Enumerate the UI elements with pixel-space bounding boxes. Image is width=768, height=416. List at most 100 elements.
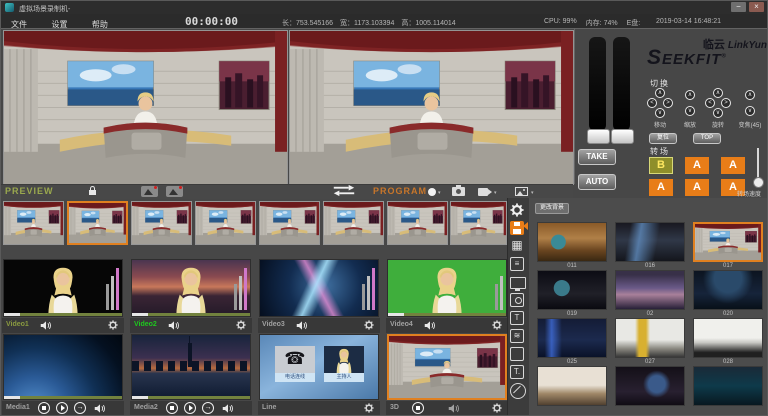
rotate-right-button[interactable]: > — [721, 98, 731, 108]
camera-shot-3[interactable] — [131, 201, 192, 245]
camera-shot-5[interactable] — [259, 201, 320, 245]
layout-grid-icon[interactable]: ▦ — [510, 239, 524, 253]
frame-icon[interactable] — [510, 347, 524, 361]
transition-a1-button[interactable]: A — [685, 157, 709, 174]
speaker-icon[interactable] — [168, 321, 180, 330]
speaker-icon[interactable] — [222, 404, 234, 413]
transition-a3-button[interactable]: A — [649, 179, 673, 196]
lamp-icon[interactable] — [510, 293, 524, 307]
scene-016[interactable] — [615, 222, 685, 262]
layers-icon[interactable]: ≋ — [510, 329, 524, 343]
reset-button[interactable]: 复位 — [649, 133, 677, 144]
playlist-icon[interactable]: ≡ — [510, 257, 524, 271]
close-button[interactable]: × — [749, 2, 764, 12]
settings-gear-icon[interactable] — [510, 203, 524, 217]
scene3d-thumbnail-selected[interactable] — [387, 334, 507, 400]
scene-028[interactable] — [693, 318, 763, 358]
speaker-icon[interactable] — [424, 321, 436, 330]
tbar-handle-left[interactable] — [587, 129, 610, 144]
scene-row4-2[interactable] — [615, 366, 685, 406]
gear-icon[interactable] — [492, 320, 502, 330]
gear-icon[interactable] — [108, 320, 118, 330]
move-down-button[interactable]: ∨ — [655, 108, 665, 118]
media1-thumbnail[interactable] — [3, 334, 123, 400]
speaker-icon[interactable] — [94, 404, 106, 413]
image-output-icon[interactable] — [515, 187, 528, 196]
image-caret-icon[interactable]: ▾ — [531, 190, 534, 196]
rotate-up-button[interactable]: ∧ — [713, 88, 723, 98]
scene-02[interactable] — [615, 270, 685, 310]
draw-disabled-icon[interactable] — [510, 383, 526, 399]
scene-025[interactable] — [537, 318, 607, 358]
scale-down-button[interactable]: ∨ — [685, 106, 695, 116]
speaker-icon[interactable] — [40, 321, 52, 330]
top-button[interactable]: TOP — [693, 133, 721, 144]
record-icon[interactable] — [428, 188, 436, 196]
display-monitor-icon[interactable] — [510, 277, 526, 289]
save-icon-active[interactable] — [510, 221, 524, 235]
minimize-button[interactable]: − — [731, 2, 746, 12]
lock-icon[interactable] — [89, 190, 96, 195]
layer-a-icon[interactable] — [141, 186, 158, 197]
auto-button[interactable]: AUTO — [578, 174, 616, 190]
play-button[interactable] — [56, 402, 68, 414]
snapshot-camera-icon[interactable] — [452, 187, 465, 196]
tbar-slot-right[interactable] — [613, 37, 630, 131]
transition-a4-button[interactable]: A — [685, 179, 709, 196]
scene-019[interactable] — [537, 270, 607, 310]
zoom-in-button[interactable]: ∧ — [745, 90, 755, 100]
camera-shot-8[interactable] — [450, 201, 507, 245]
video4-thumbnail[interactable] — [387, 259, 507, 317]
scene-row4-3[interactable] — [693, 366, 763, 406]
camera-shot-6[interactable] — [323, 201, 384, 245]
stop-button[interactable] — [166, 402, 178, 414]
scene-017-selected[interactable] — [693, 222, 763, 262]
gear-icon[interactable] — [364, 320, 374, 330]
loop-button[interactable]: → — [202, 402, 214, 414]
loop-button[interactable]: → — [74, 402, 86, 414]
video-caret-icon[interactable]: ▾ — [494, 190, 497, 196]
menu-file[interactable]: 文件 — [1, 16, 37, 30]
camera-shot-1[interactable] — [3, 201, 64, 245]
media2-thumbnail[interactable] — [131, 334, 251, 400]
video3-thumbnail[interactable] — [259, 259, 379, 317]
move-left-button[interactable]: < — [647, 98, 657, 108]
scene-row4-1[interactable] — [537, 366, 607, 406]
scene-020[interactable] — [693, 270, 763, 310]
transition-speed-knob[interactable] — [753, 177, 764, 188]
camera-shot-7[interactable] — [387, 201, 448, 245]
stop-button[interactable] — [412, 402, 424, 414]
video1-thumbnail[interactable] — [3, 259, 123, 317]
zoom-out-button[interactable]: ∨ — [745, 106, 755, 116]
swap-transition-icon[interactable] — [331, 184, 357, 197]
subtitle-tool-icon[interactable]: T. — [510, 365, 524, 379]
speaker-icon[interactable] — [296, 321, 308, 330]
move-right-button[interactable]: > — [663, 98, 673, 108]
gear-icon[interactable] — [364, 403, 374, 413]
scene-027[interactable] — [615, 318, 685, 358]
text-tool-icon[interactable]: T — [510, 311, 524, 325]
camera-shot-2-selected[interactable] — [67, 201, 128, 245]
gear-icon[interactable] — [236, 320, 246, 330]
scene-011[interactable] — [537, 222, 607, 262]
menu-help[interactable]: 帮助 — [82, 16, 118, 30]
change-background-tab[interactable]: 更改背景 — [535, 203, 569, 214]
record-caret-icon[interactable]: ▾ — [438, 190, 441, 196]
host-tile[interactable]: 主持人 — [324, 346, 364, 382]
tbar-handle-right[interactable] — [611, 129, 634, 144]
camera-shot-4[interactable] — [195, 201, 256, 245]
rotate-down-button[interactable]: ∨ — [713, 108, 723, 118]
phone-line-tile[interactable]: ☎ 电话连线 — [275, 346, 315, 382]
transition-a2-button[interactable]: A — [721, 157, 745, 174]
tbar-slot-left[interactable] — [589, 37, 606, 131]
speaker-muted-icon[interactable] — [448, 404, 460, 413]
move-up-button[interactable]: ∧ — [655, 88, 665, 98]
menu-settings[interactable]: 设置 — [41, 16, 77, 30]
play-button[interactable] — [184, 402, 196, 414]
layer-b-icon[interactable] — [166, 186, 183, 197]
gear-icon[interactable] — [492, 403, 502, 413]
stop-button[interactable] — [38, 402, 50, 414]
scale-up-button[interactable]: ∧ — [685, 90, 695, 100]
rotate-left-button[interactable]: < — [705, 98, 715, 108]
video2-thumbnail[interactable] — [131, 259, 251, 317]
